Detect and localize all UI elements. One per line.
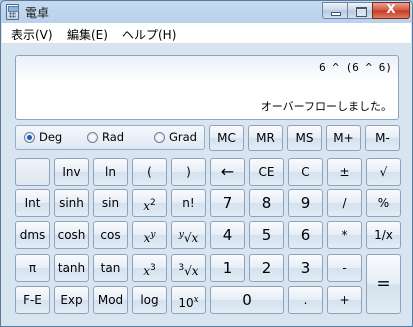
memory-add-button[interactable]: M+ [326, 125, 361, 151]
title-bar[interactable]: 電卓 X [1, 1, 412, 23]
cos-button[interactable]: cos [93, 221, 128, 249]
log-button[interactable]: log [132, 286, 167, 314]
digit-1-button[interactable]: 1 [210, 254, 245, 282]
square-button[interactable]: x2 [132, 189, 167, 217]
digit-3-button[interactable]: 3 [288, 254, 323, 282]
negate-button[interactable]: ± [327, 158, 362, 186]
calculator-window: 電卓 X 表示(V) 編集(E) ヘルプ(H) 6 ^ (6 ^ 6) オーバー… [0, 0, 413, 327]
clear-entry-button[interactable]: CE [249, 158, 284, 186]
sqrt-button[interactable]: √ [366, 158, 401, 186]
decimal-button[interactable]: . [288, 286, 323, 314]
open-paren-button[interactable]: ( [132, 158, 167, 186]
menu-view[interactable]: 表示(V) [11, 26, 53, 43]
close-button[interactable]: X [372, 2, 410, 19]
close-paren-button[interactable]: ) [171, 158, 206, 186]
fe-button[interactable]: F-E [15, 286, 50, 314]
cube-root-button[interactable]: 3√x [171, 254, 206, 282]
digit-9-button[interactable]: 9 [288, 189, 323, 217]
exp-button[interactable]: Exp [54, 286, 89, 314]
digit-5-button[interactable]: 5 [249, 221, 284, 249]
minimize-button[interactable] [322, 2, 348, 19]
power-button[interactable]: xy [132, 221, 167, 249]
add-button[interactable]: + [327, 286, 362, 314]
digit-8-button[interactable]: 8 [249, 189, 284, 217]
menu-bar: 表示(V) 編集(E) ヘルプ(H) [2, 23, 411, 44]
tanh-button[interactable]: tanh [54, 254, 89, 282]
menu-help[interactable]: ヘルプ(H) [122, 26, 176, 43]
cosh-button[interactable]: cosh [54, 221, 89, 249]
sin-button[interactable]: sin [93, 189, 128, 217]
percent-button[interactable]: % [366, 189, 401, 217]
sinh-button[interactable]: sinh [54, 189, 89, 217]
ln-button[interactable]: ln [93, 158, 128, 186]
expression-text: 6 ^ (6 ^ 6) [319, 61, 392, 74]
subtract-button[interactable]: - [327, 254, 362, 282]
close-icon: X [386, 2, 396, 16]
int-button[interactable]: Int [15, 189, 50, 217]
tan-button[interactable]: tan [93, 254, 128, 282]
digit-4-button[interactable]: 4 [210, 221, 245, 249]
multiply-button[interactable]: * [327, 221, 362, 249]
equals-button[interactable]: = [366, 254, 401, 314]
pi-button[interactable]: π [15, 254, 50, 282]
backspace-button[interactable]: ← [210, 158, 245, 186]
calculator-icon [6, 4, 19, 20]
maximize-button[interactable] [347, 2, 373, 19]
mod-button[interactable]: Mod [93, 286, 128, 314]
digit-0-button[interactable]: 0 [210, 286, 284, 314]
memory-store-button[interactable]: MS [287, 125, 322, 151]
yth-root-button[interactable]: y√x [171, 221, 206, 249]
digit-7-button[interactable]: 7 [210, 189, 245, 217]
menu-edit[interactable]: 編集(E) [67, 26, 108, 43]
memory-recall-button[interactable]: MR [248, 125, 283, 151]
ten-power-button[interactable]: 10x [171, 286, 206, 314]
inv-button[interactable]: Inv [54, 158, 89, 186]
memory-subtract-button[interactable]: M- [365, 125, 400, 151]
clear-button[interactable]: C [288, 158, 323, 186]
blank-button [15, 158, 50, 186]
reciprocal-button[interactable]: 1/x [366, 221, 401, 249]
angle-unit-group: Deg Rad Grad [15, 125, 205, 150]
radio-icon [87, 132, 98, 143]
calculator-display: 6 ^ (6 ^ 6) オーバーフローしました。 [15, 55, 399, 120]
radio-selected-icon [24, 132, 35, 143]
digit-2-button[interactable]: 2 [249, 254, 284, 282]
dms-button[interactable]: dms [15, 221, 50, 249]
radio-icon [154, 132, 165, 143]
window-title: 電卓 [25, 6, 50, 20]
result-text: オーバーフローしました。 [260, 100, 392, 113]
divide-button[interactable]: / [327, 189, 362, 217]
cube-button[interactable]: x3 [132, 254, 167, 282]
factorial-button[interactable]: n! [171, 189, 206, 217]
digit-6-button[interactable]: 6 [288, 221, 323, 249]
memory-clear-button[interactable]: MC [209, 125, 244, 151]
